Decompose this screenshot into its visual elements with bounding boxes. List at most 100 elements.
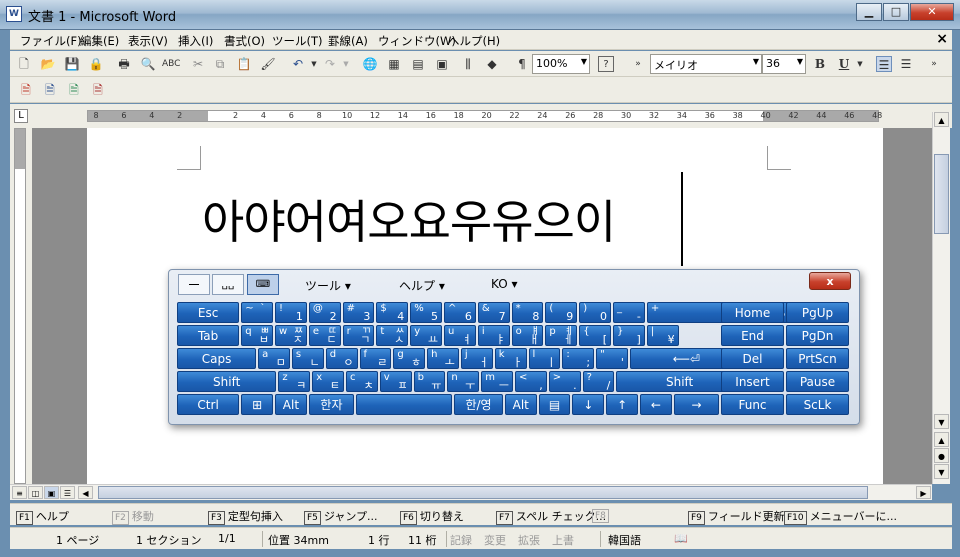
key[interactable]: uㅕ [444,325,476,346]
select-browse-object-icon[interactable]: ● [934,448,949,463]
columns-icon[interactable]: ⫼ [460,56,476,72]
key-del[interactable]: Del [721,348,784,369]
key-home[interactable]: Home [721,302,784,323]
redo-dropdown-icon[interactable]: ▼ [338,56,354,72]
outline-view-icon[interactable]: ☰ [60,486,75,499]
ime-tool-icon-4[interactable]: 🗎 [90,82,106,98]
fkey-f5[interactable]: F5 ジャンプ... [304,508,378,525]
close-button[interactable]: ✕ [910,3,954,21]
key-func[interactable]: Func [721,394,784,415]
key[interactable]: ↓ [572,394,605,415]
key[interactable]: ⊞ [241,394,274,415]
document-close-button[interactable]: × [936,31,948,47]
key[interactable]: iㅑ [477,325,510,346]
toolbar-options-icon[interactable]: » [630,56,646,72]
key[interactable]: ) 0 [579,302,612,323]
key[interactable]: Alt [275,394,307,415]
key-pgdn[interactable]: PgDn [786,325,849,346]
horizontal-scrollbar[interactable]: ≡ ◫ ▣ ☰ ◀ ▶ [10,484,932,500]
key-pgup[interactable]: PgUp [786,302,849,323]
font-name-select[interactable]: メイリオ ▼ [650,54,762,74]
key[interactable]: zㅋ [278,371,311,392]
zoom-select[interactable]: 100% ▼ [532,54,590,74]
standard-layout-button[interactable]: ⎯⎯ [178,274,210,295]
key[interactable]: ▤ [538,394,571,415]
help-icon[interactable]: ? [598,56,614,72]
key[interactable]: Alt [504,394,537,415]
osk-menu-language[interactable]: KO ▾ [491,277,518,291]
scroll-down-arrow[interactable]: ▼ [934,414,949,429]
scroll-right-arrow[interactable]: ▶ [916,486,931,499]
status-record[interactable]: 記録 [450,532,472,548]
key[interactable]: yㅛ [410,325,443,346]
key[interactable]: lㅣ [528,348,561,369]
next-page-icon[interactable]: ▼ [934,464,949,479]
key[interactable]: pㅖㅔ [545,325,578,346]
key-end[interactable]: End [721,325,784,346]
key[interactable]: * 8 [511,302,544,323]
web-view-icon[interactable]: ◫ [28,486,43,499]
key[interactable]: gㅎ [393,348,426,369]
key[interactable]: → [673,394,720,415]
key[interactable]: Ctrl [177,394,240,415]
menu-help[interactable]: ヘルプ(H) [448,33,500,49]
justify-icon[interactable]: ☰ [898,56,914,72]
fkey-f1[interactable]: F1 ヘルプ [16,508,69,525]
spelling-status-icon[interactable]: 📖 [674,532,688,545]
key[interactable]: 한자 [308,394,355,415]
maximize-button[interactable]: □ [883,3,909,21]
key[interactable]: mㅡ [481,371,513,392]
vertical-scroll-thumb[interactable] [934,154,949,234]
redo-icon[interactable]: ↷ [322,56,338,72]
ime-tool-icon-1[interactable]: 🗎 [18,82,34,98]
key-insert[interactable]: Insert [721,371,784,392]
key[interactable]: ← [640,394,672,415]
key[interactable]: jㅓ [460,348,493,369]
paste-icon[interactable]: 📋 [236,56,252,72]
toolbar-options-icon-2[interactable]: » [926,56,942,72]
key[interactable]: " ' [596,348,628,369]
vertical-ruler[interactable] [10,128,32,484]
key[interactable]: ? / [582,371,615,392]
scroll-left-arrow[interactable]: ◀ [78,486,93,499]
undo-dropdown-icon[interactable]: ▼ [306,56,322,72]
previous-page-icon[interactable]: ▲ [934,432,949,447]
key[interactable]: cㅊ [346,371,378,392]
key[interactable]: Tab [177,325,240,346]
key[interactable]: | ¥ [646,325,679,346]
horizontal-ruler[interactable]: 8 6 4 2 2 4 6 8 10 12 14 16 18 20 22 24 26 28 30 32 34 36 38 40… [87,110,882,122]
menu-insert[interactable]: 挿入(I) [178,33,213,49]
normal-view-icon[interactable]: ≡ [12,486,27,499]
key[interactable]: :; [562,348,595,369]
key[interactable]: ! 1 [275,302,307,323]
vertical-scrollbar[interactable]: ▲ ▼ ▲ ● ▼ [932,112,950,484]
osk-close-button[interactable]: x [809,272,851,290]
key[interactable]: }] [613,325,645,346]
align-left-icon[interactable]: ☰ [876,56,892,72]
fkey-f8[interactable]: F8 [592,508,612,523]
key[interactable]: ~ ` [241,302,274,323]
hyperlink-icon[interactable]: 🌐 [362,56,378,72]
tables-borders-icon[interactable]: ▦ [386,56,402,72]
menu-tools[interactable]: ツール(T) [272,33,323,49]
fkey-f2[interactable]: F2 移動 [112,508,154,525]
key[interactable]: eㄸㄷ [308,325,341,346]
key[interactable]: hㅗ [427,348,459,369]
key[interactable]: (9 [545,302,578,323]
key[interactable] [356,394,453,415]
bold-button[interactable]: B [812,56,828,72]
key[interactable]: ↑ [606,394,639,415]
key[interactable]: @2 [308,302,341,323]
fkey-f7[interactable]: F7 スペル チェック... [496,508,606,525]
key[interactable]: ^ 6 [444,302,476,323]
menu-table[interactable]: 罫線(A) [328,33,368,49]
spelling-icon[interactable]: ABC [162,56,180,72]
key[interactable]: bㅠ [413,371,446,392]
open-folder-icon[interactable]: 📂 [40,56,56,72]
key[interactable]: 한/영 [454,394,503,415]
undo-icon[interactable]: ↶ [290,56,306,72]
key-pause[interactable]: Pause [786,371,849,392]
status-overtype[interactable]: 上書 [552,532,574,548]
key[interactable]: <, [515,371,547,392]
fkey-f6[interactable]: F6 切り替え [400,508,464,525]
